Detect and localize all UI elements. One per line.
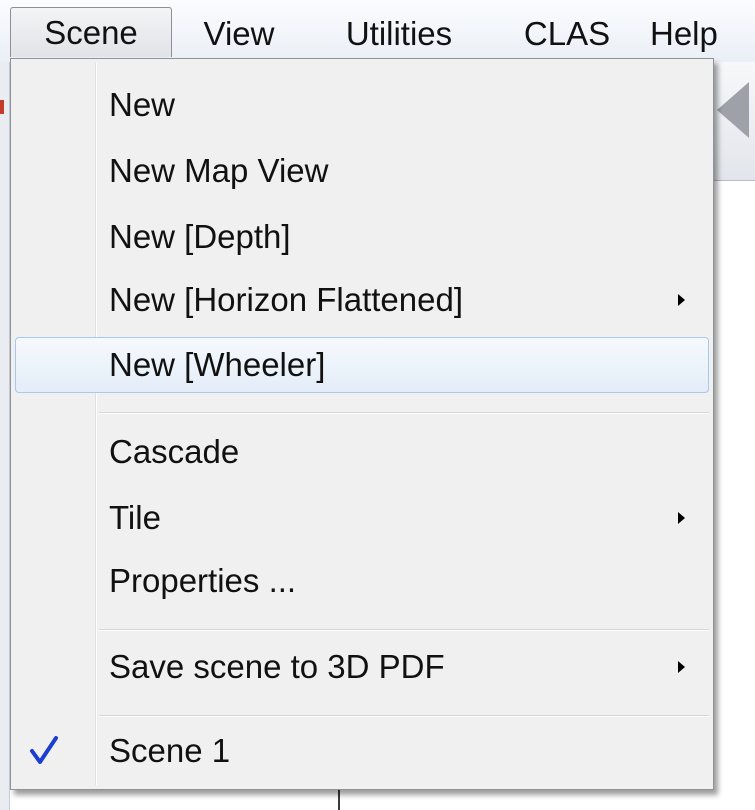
menu-item-new-map-view[interactable]: New Map View <box>15 143 709 199</box>
menu-item-tile[interactable]: Tile <box>15 490 709 546</box>
scene-menu-dropdown: New New Map View New [Depth] New [Horizo… <box>10 58 714 790</box>
menu-item-new-horizon-flattened[interactable]: New [Horizon Flattened] <box>15 272 709 328</box>
menu-bar: Scene View Utilities CLAS Help <box>0 0 755 62</box>
menu-item-properties[interactable]: Properties ... <box>15 553 709 609</box>
background-divider <box>338 790 340 810</box>
menu-separator <box>99 715 709 717</box>
menu-item-label: New Map View <box>109 152 329 189</box>
background-marker <box>0 100 4 114</box>
menu-scene[interactable]: Scene <box>10 7 172 57</box>
submenu-arrow-icon <box>678 661 685 673</box>
menu-item-label: Tile <box>109 499 161 536</box>
back-arrow-icon[interactable] <box>717 82 749 138</box>
menu-item-label: Save scene to 3D PDF <box>109 648 445 685</box>
menu-item-cascade[interactable]: Cascade <box>15 424 709 480</box>
menu-help[interactable]: Help <box>650 12 750 56</box>
menu-item-label: New [Horizon Flattened] <box>109 281 463 318</box>
menu-item-label: Scene 1 <box>109 732 231 769</box>
menu-item-label: Properties ... <box>109 562 297 599</box>
menu-item-new-depth[interactable]: New [Depth] <box>15 209 709 265</box>
menu-item-label: New [Wheeler] <box>109 346 326 383</box>
menu-item-save-3d-pdf[interactable]: Save scene to 3D PDF <box>15 639 709 695</box>
submenu-arrow-icon <box>678 294 685 306</box>
menu-item-new[interactable]: New <box>15 77 709 133</box>
checkmark-icon <box>30 736 58 764</box>
menu-utilities[interactable]: Utilities <box>324 12 474 56</box>
menu-view[interactable]: View <box>187 12 291 56</box>
menu-item-scene-1[interactable]: Scene 1 <box>15 723 709 779</box>
menu-item-label: New [Depth] <box>109 218 291 255</box>
menu-separator <box>99 629 709 631</box>
menu-separator <box>99 412 709 414</box>
menu-item-label: New <box>109 86 176 123</box>
menu-clas[interactable]: CLAS <box>508 12 626 56</box>
background-window-edge <box>0 62 10 810</box>
submenu-arrow-icon <box>678 512 685 524</box>
menu-item-label: Cascade <box>109 433 240 470</box>
menu-item-new-wheeler[interactable]: New [Wheeler] <box>15 337 709 393</box>
